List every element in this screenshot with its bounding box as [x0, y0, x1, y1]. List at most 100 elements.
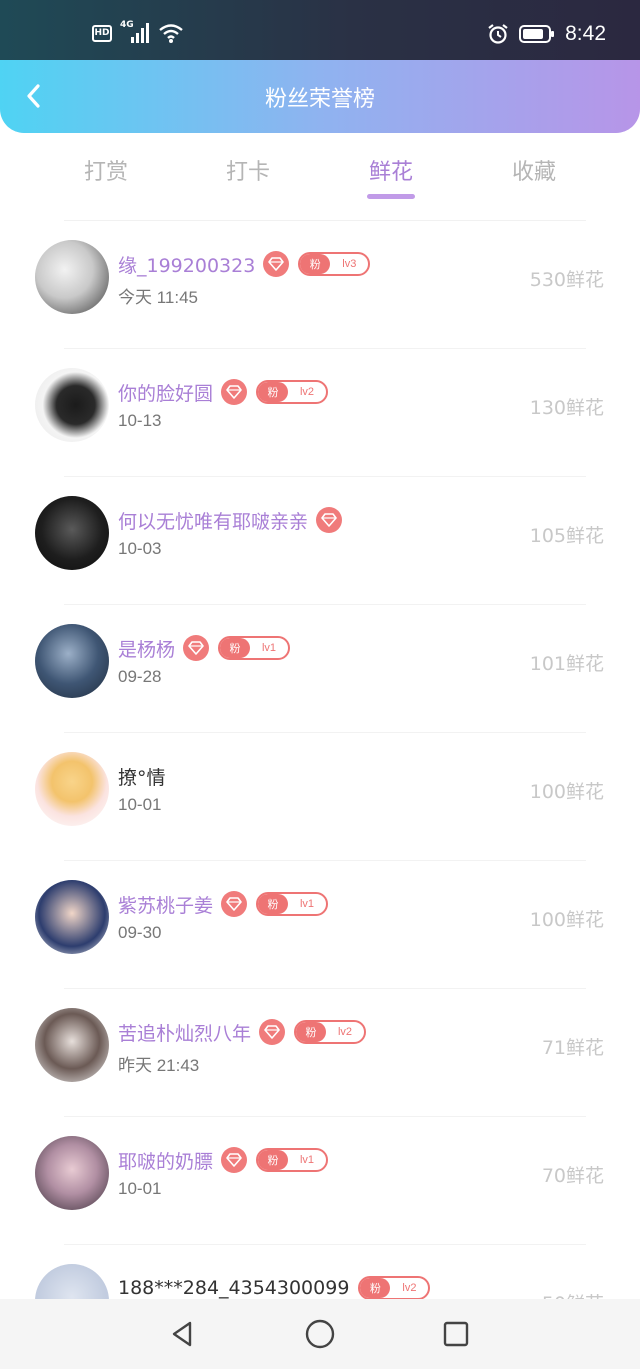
- user-name[interactable]: 紫苏桃子姜: [118, 891, 213, 918]
- flower-count: 100鲜花: [529, 781, 604, 803]
- status-bar: HD 4G 8:42: [0, 0, 640, 62]
- fan-level-badge: 粉 lv1: [256, 1148, 329, 1172]
- avatar[interactable]: [35, 1008, 109, 1082]
- status-left: HD 4G: [92, 20, 184, 44]
- diamond-icon: [221, 379, 248, 405]
- timestamp: 10-01: [118, 1179, 162, 1198]
- level-label: lv2: [337, 1026, 353, 1038]
- fan-ranking-list: 缘_199200323 粉 lv3 今天 11:45 530鲜花 你的脸好圆粉 lv2 10-…: [0, 221, 640, 1369]
- timestamp: 10-01: [118, 795, 162, 814]
- user-name[interactable]: 你的脸好圆: [118, 379, 213, 406]
- user-name[interactable]: 撩°情: [118, 763, 166, 790]
- level-label: lv2: [299, 386, 315, 398]
- tab-flowers[interactable]: 鲜花: [331, 154, 451, 186]
- name-line: 是杨杨 粉 lv1: [118, 633, 291, 663]
- user-name[interactable]: 耶啵的奶膘: [118, 1147, 213, 1174]
- flower-count: 70鲜花: [541, 1165, 604, 1187]
- level-label: lv3: [342, 258, 357, 270]
- fan-level-badge: 粉 lv1: [218, 636, 291, 660]
- diamond-icon: [221, 891, 248, 917]
- flower-count: 100鲜花: [529, 909, 604, 931]
- user-name[interactable]: 苦追朴灿烈八年: [118, 1019, 251, 1046]
- diamond-icon: [221, 1147, 248, 1173]
- user-name[interactable]: 何以无忧唯有耶啵亲亲: [118, 507, 308, 534]
- level-label: lv1: [299, 898, 315, 910]
- avatar[interactable]: [35, 624, 109, 698]
- home-circle-icon: [305, 1319, 335, 1349]
- list-item[interactable]: 紫苏桃子姜 粉 lv1 09-30 100鲜花: [0, 861, 640, 989]
- tab-bar: 打赏 打卡 鲜花 收藏: [0, 140, 640, 210]
- nav-recents-button[interactable]: [439, 1317, 473, 1351]
- alarm-icon: [487, 23, 509, 45]
- level-label: lv1: [261, 642, 277, 654]
- hd-icon: HD: [92, 24, 112, 42]
- avatar[interactable]: [35, 880, 109, 954]
- timestamp: 10-13: [118, 411, 162, 430]
- fan-label: 粉: [360, 1278, 391, 1298]
- timestamp: 昨天 21:43: [118, 1056, 200, 1075]
- timestamp: 09-28: [118, 667, 162, 686]
- tab-checkin[interactable]: 打卡: [188, 154, 308, 186]
- page-title: 粉丝荣誉榜: [264, 87, 375, 112]
- user-name[interactable]: 缘_199200323: [118, 251, 255, 278]
- fan-level-badge: 粉 lv2: [294, 1020, 367, 1044]
- diamond-icon: [259, 1019, 286, 1045]
- diamond-icon: [263, 251, 290, 277]
- list-item[interactable]: 耶啵的奶膘 粉 lv1 10-01 70鲜花: [0, 1117, 640, 1245]
- user-name[interactable]: 是杨杨: [118, 635, 175, 662]
- battery-icon: [519, 24, 555, 44]
- signal-4g-icon: 4G: [120, 20, 150, 44]
- diamond-icon: [183, 635, 210, 661]
- timestamp: 10-03: [118, 539, 162, 558]
- status-right: 8:42: [487, 22, 606, 46]
- flower-count: 71鲜花: [541, 1037, 604, 1059]
- list-item[interactable]: 撩°情 10-01 100鲜花: [0, 733, 640, 861]
- timestamp: 09-30: [118, 923, 162, 942]
- wifi-icon: [158, 22, 184, 44]
- active-tab-indicator: [367, 194, 415, 199]
- name-line: 耶啵的奶膘 粉 lv1: [118, 1145, 329, 1175]
- tab-reward[interactable]: 打赏: [46, 154, 166, 186]
- avatar[interactable]: [35, 368, 109, 442]
- fan-label: 粉: [220, 638, 251, 658]
- flower-count: 130鲜花: [529, 397, 604, 419]
- list-item[interactable]: 苦追朴灿烈八年 粉 lv2 昨天 21:43 71鲜花: [0, 989, 640, 1117]
- list-item[interactable]: 缘_199200323 粉 lv3 今天 11:45 530鲜花: [0, 221, 640, 349]
- nav-back-button[interactable]: [166, 1317, 200, 1351]
- name-line: 苦追朴灿烈八年 粉 lv2: [118, 1017, 367, 1047]
- user-name[interactable]: 188***284_4354300099: [118, 1277, 349, 1299]
- tab-favorites[interactable]: 收藏: [474, 154, 594, 186]
- back-triangle-icon: [172, 1321, 192, 1347]
- system-nav-bar: [0, 1299, 640, 1369]
- list-item[interactable]: 何以无忧唯有耶啵亲亲 10-03 105鲜花: [0, 477, 640, 605]
- avatar[interactable]: [35, 496, 109, 570]
- level-label: lv1: [299, 1154, 315, 1166]
- nav-home-button[interactable]: [303, 1317, 337, 1351]
- avatar[interactable]: [35, 752, 109, 826]
- fan-label: 粉: [296, 1022, 327, 1042]
- flower-count: 530鲜花: [529, 269, 604, 291]
- avatar[interactable]: [35, 1136, 109, 1210]
- header-bar: 粉丝荣誉榜: [0, 60, 640, 133]
- flower-count: 101鲜花: [529, 653, 604, 675]
- fan-label: 粉: [258, 1150, 289, 1170]
- name-line: 紫苏桃子姜 粉 lv1: [118, 889, 329, 919]
- fan-level-badge: 粉 lv2: [256, 380, 329, 404]
- name-line: 你的脸好圆 粉 lv2: [118, 377, 329, 407]
- recents-square-icon: [443, 1321, 469, 1347]
- fan-label: 粉: [300, 254, 331, 274]
- diamond-icon: [316, 507, 343, 533]
- name-line: 何以无忧唯有耶啵亲亲: [118, 505, 343, 535]
- fan-label: 粉: [258, 894, 289, 914]
- fan-level-badge: 粉 lv2: [358, 1276, 431, 1300]
- level-label: lv2: [402, 1282, 417, 1294]
- timestamp: 今天 11:45: [118, 288, 199, 307]
- list-item[interactable]: 你的脸好圆 粉 lv2 10-13 130鲜花: [0, 349, 640, 477]
- avatar[interactable]: [35, 240, 109, 314]
- list-item[interactable]: 是杨杨 粉 lv1 09-28 101鲜花: [0, 605, 640, 733]
- name-line: 撩°情: [118, 761, 166, 791]
- name-line: 缘_199200323 粉 lv3: [118, 249, 371, 279]
- flower-count: 105鲜花: [529, 525, 604, 547]
- fan-level-badge: 粉 lv1: [256, 892, 329, 916]
- fan-level-badge: 粉 lv3: [298, 252, 371, 276]
